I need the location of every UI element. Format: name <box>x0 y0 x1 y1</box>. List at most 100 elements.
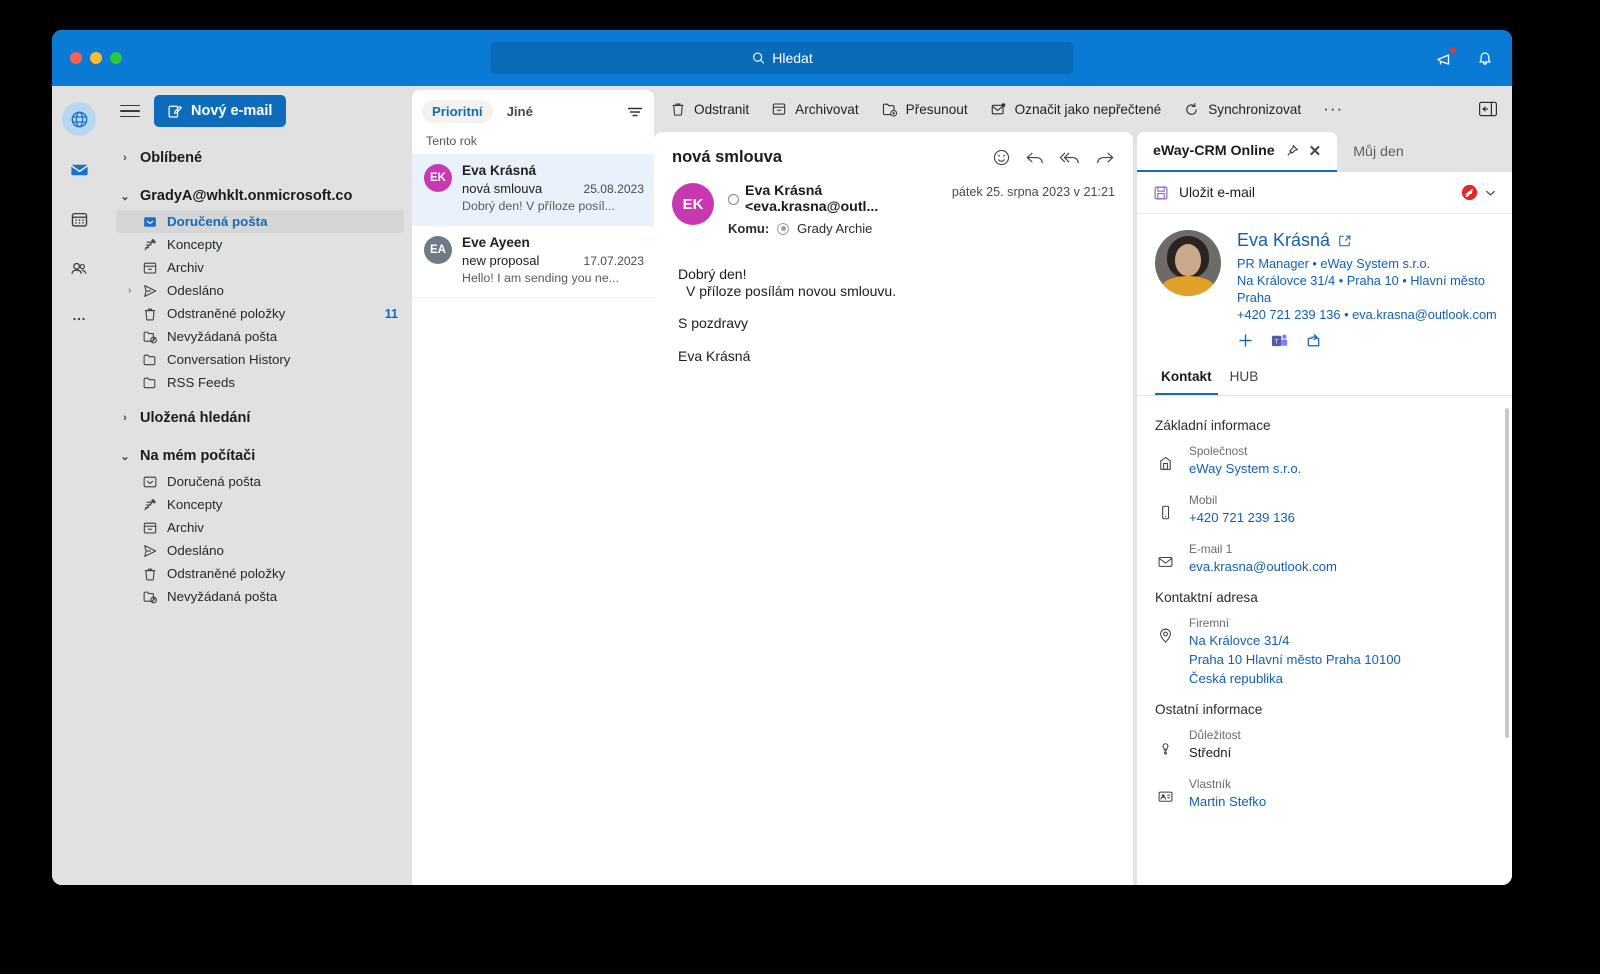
mark-unread-button[interactable]: Označit jako nepřečtené <box>990 101 1161 118</box>
chevron-down-icon: ⌄ <box>120 190 130 203</box>
folder-group-2[interactable]: › Uložená hledání <box>106 404 412 432</box>
crm-detail-scroll[interactable]: Základní informace Společnost eWay Syste… <box>1137 396 1512 885</box>
folder-item[interactable]: Odesláno <box>116 539 404 562</box>
megaphone-icon[interactable] <box>1434 46 1457 69</box>
add-icon[interactable] <box>1237 332 1254 349</box>
rail-item-globe[interactable] <box>62 102 96 136</box>
delete-button[interactable]: Odstranit <box>670 101 749 117</box>
crm-field-value[interactable]: eWay System s.r.o. <box>1189 459 1301 478</box>
eway-logo-menu[interactable] <box>1460 183 1496 202</box>
folder-item[interactable]: RSS Feeds <box>116 371 404 394</box>
rail-item-calendar[interactable] <box>62 202 96 236</box>
crm-field-value[interactable]: Martin Stefko <box>1189 792 1266 811</box>
email-body: Dobrý den! V příloze posílám novou smlou… <box>654 236 1133 380</box>
body-line-4: Eva Krásná <box>678 347 751 364</box>
rail-item-mail[interactable] <box>62 152 96 186</box>
pin-icon[interactable] <box>1285 144 1299 158</box>
folder-item[interactable]: Nevyžádaná pošta <box>116 325 404 348</box>
body-paragraph-1: Dobrý den! V příloze posílám novou smlou… <box>678 266 1115 299</box>
folder-item[interactable]: Conversation History <box>116 348 404 371</box>
message-preview: Dobrý den! V příloze posíl... <box>462 199 615 213</box>
bell-icon[interactable] <box>1474 47 1496 69</box>
crm-field-value[interactable]: eva.krasna@outlook.com <box>1189 557 1337 576</box>
folder-group-1[interactable]: ⌄ GradyA@whklt.onmicrosoft.co <box>106 182 412 210</box>
tab-prioritni[interactable]: Prioritní <box>422 100 493 123</box>
sub-tab-kontakt[interactable]: Kontakt <box>1155 369 1218 395</box>
crm-field-value[interactable]: Na Královce 31/4 <box>1189 631 1401 650</box>
command-toolbar: Odstranit Archivovat Přesunout Označit j… <box>654 86 1512 132</box>
message-row[interactable]: EA Eve Ayeen new proposal 17.07.2023 Hel… <box>412 226 654 298</box>
presence-icon <box>728 193 739 205</box>
folder-item[interactable]: Archiv <box>116 516 404 539</box>
move-folder-icon <box>882 103 897 117</box>
subject-row: nová smlouva <box>672 148 1115 167</box>
message-sender: Eva Krásná <box>462 163 537 178</box>
sender-avatar: EK <box>672 183 714 225</box>
chevron-right-icon[interactable]: › <box>128 285 131 296</box>
folder-item[interactable]: Odstraněné položky 11 <box>116 302 404 325</box>
inbox-icon <box>142 474 158 490</box>
forward-icon[interactable] <box>1095 149 1115 167</box>
new-mail-button[interactable]: Nový e-mail <box>154 95 287 127</box>
sender-name: Eva Krásná <eva.krasna@outl... <box>728 183 938 215</box>
message-row[interactable]: EK Eva Krásná nová smlouva 25.08.2023 Do… <box>412 154 654 226</box>
emoji-react-icon[interactable] <box>992 148 1011 167</box>
crm-tab-eway[interactable]: eWay-CRM Online ✕ <box>1137 132 1338 172</box>
sub-tab-hub[interactable]: HUB <box>1224 369 1265 395</box>
folder-item[interactable]: › Odesláno <box>116 279 404 302</box>
folder-item-label: Koncepty <box>167 497 223 512</box>
tab-jine[interactable]: Jiné <box>497 100 543 123</box>
recipient-presence-icon <box>777 222 790 235</box>
folder-icon <box>142 375 158 391</box>
folder-item[interactable]: Archiv <box>116 256 404 279</box>
chevron-right-icon: › <box>123 152 127 164</box>
rail-item-people[interactable] <box>62 252 96 286</box>
crm-scrollbar[interactable] <box>1505 408 1509 738</box>
message-subject: nová smlouva <box>462 181 543 196</box>
rail-item-more[interactable] <box>62 302 96 336</box>
close-window-button[interactable] <box>70 52 82 64</box>
body-line-2: V příloze posílám novou smlouvu. <box>686 282 897 299</box>
filter-icon[interactable] <box>626 104 644 120</box>
crm-field-row: E-mail 1 eva.krasna@outlook.com <box>1155 541 1498 576</box>
hamburger-icon[interactable] <box>120 101 140 122</box>
reply-all-icon[interactable] <box>1059 149 1081 167</box>
minimize-window-button[interactable] <box>90 52 102 64</box>
folder-item[interactable]: Koncepty <box>116 233 404 256</box>
crm-field-value[interactable]: +420 721 239 136 <box>1189 508 1295 527</box>
save-email-button[interactable]: Uložit e-mail <box>1137 172 1512 214</box>
contact-meta: PR Manager • eWay System s.r.o. Na Králo… <box>1237 255 1498 323</box>
archive-button[interactable]: Archivovat <box>771 101 859 117</box>
share-icon[interactable] <box>1305 332 1323 349</box>
folder-item[interactable]: Koncepty <box>116 493 404 516</box>
folder-group-3[interactable]: ⌄ Na mém počítači <box>106 442 412 470</box>
sent-icon <box>142 543 158 559</box>
search-placeholder-text: Hledat <box>772 50 813 66</box>
folder-item[interactable]: Nevyžádaná pošta <box>116 585 404 608</box>
toolbar-overflow-button[interactable]: ··· <box>1323 99 1343 119</box>
move-button[interactable]: Přesunout <box>881 101 968 118</box>
search-input[interactable]: Hledat <box>490 42 1074 74</box>
crm-field-value[interactable]: Praha 10 Hlavní město Praha 10100 <box>1189 650 1401 669</box>
app-body: Nový e-mail › Oblíbené ⌄ GradyA@whklt.onmic… <box>52 86 1512 885</box>
archive-label: Archivovat <box>795 101 859 117</box>
crm-field-value[interactable]: Česká republika <box>1189 669 1401 688</box>
maximize-window-button[interactable] <box>110 52 122 64</box>
toggle-panel-button[interactable] <box>1478 100 1498 118</box>
open-external-icon[interactable] <box>1338 234 1352 248</box>
body-line-1: Dobrý den! <box>678 266 747 282</box>
teams-icon[interactable]: T <box>1270 332 1289 349</box>
folder-item[interactable]: Odstraněné položky <box>116 562 404 585</box>
folder-group-0[interactable]: › Oblíbené <box>106 144 412 172</box>
sync-button[interactable]: Synchronizovat <box>1183 101 1301 118</box>
reply-icon[interactable] <box>1025 149 1045 167</box>
close-icon[interactable]: ✕ <box>1309 142 1322 160</box>
message-preview: Hello! I am sending you ne... <box>462 271 620 285</box>
drafts-icon <box>142 497 158 513</box>
folder-item[interactable]: Doručená pošta <box>116 210 404 233</box>
contact-name[interactable]: Eva Krásná <box>1237 230 1498 251</box>
folder-item[interactable]: Doručená pošta <box>116 470 404 493</box>
message-list-pane: Prioritní Jiné Tento rok EK Eva Krásná n… <box>412 90 654 885</box>
crm-tab-myday[interactable]: Můj den <box>1337 132 1419 172</box>
email-date: pátek 25. srpna 2023 v 21:21 <box>951 185 1115 199</box>
